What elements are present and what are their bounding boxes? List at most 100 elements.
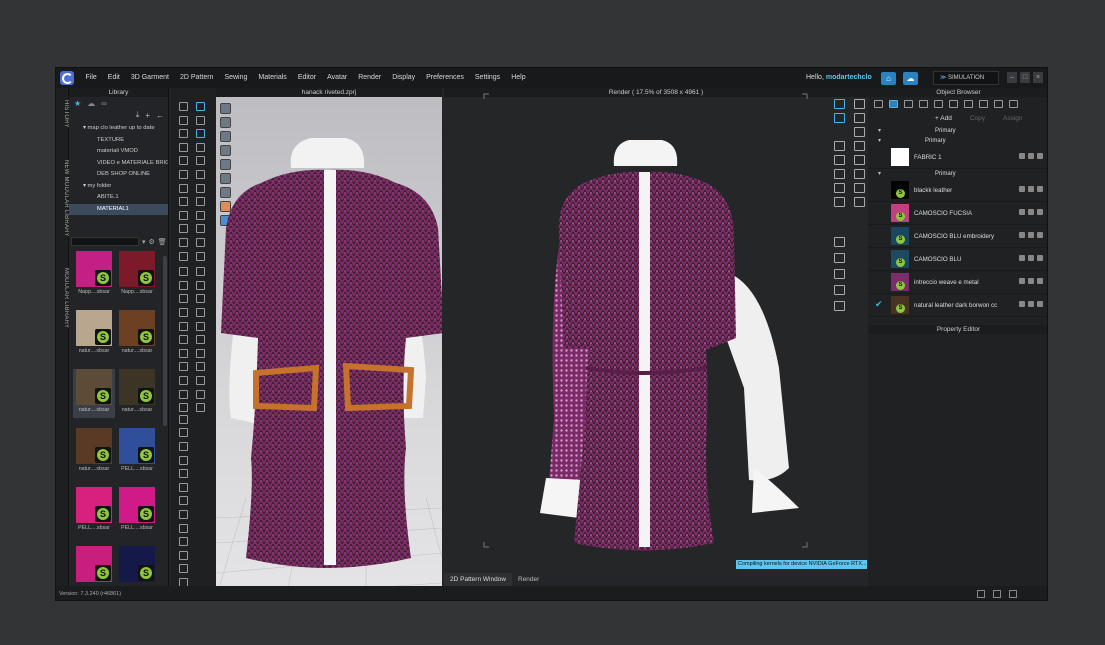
- material-tile[interactable]: natur....sbsar: [116, 369, 158, 418]
- tab-modular-library[interactable]: MODULAR LIBRARY: [56, 258, 69, 338]
- primary-colorway-label[interactable]: Primary: [868, 126, 1047, 136]
- pin-icon[interactable]: [949, 100, 958, 108]
- garment-tool-icon[interactable]: [179, 251, 188, 261]
- garment-tool-icon[interactable]: [179, 129, 188, 139]
- menu-item-settings[interactable]: Settings: [469, 68, 505, 88]
- menu-item-help[interactable]: Help: [506, 68, 531, 88]
- render-tool-icon[interactable]: [854, 183, 865, 193]
- garment-tool-icon[interactable]: [196, 170, 205, 179]
- fabric-row[interactable]: Sintreccio weave e metal: [868, 271, 1047, 294]
- garment-tool-icon[interactable]: [196, 210, 205, 220]
- fabric-action-icon[interactable]: [1028, 232, 1034, 238]
- view-mode-icon[interactable]: [977, 590, 985, 598]
- garment-tool-icon[interactable]: [179, 510, 188, 519]
- fabric-action-icon[interactable]: [1037, 153, 1043, 159]
- fabric-action-icon[interactable]: [1019, 232, 1025, 238]
- garment-tool-icon[interactable]: [179, 197, 188, 207]
- garment-tool-icon[interactable]: [179, 267, 188, 277]
- primary-colorway-sublabel[interactable]: Primary: [868, 136, 1047, 146]
- garment-tool-icon[interactable]: [179, 170, 188, 179]
- fabric-action-icon[interactable]: [1019, 153, 1025, 159]
- menu-item-2d-pattern[interactable]: 2D Pattern: [174, 68, 218, 88]
- garment-tool-icon[interactable]: [179, 210, 188, 220]
- library-tree-item[interactable]: MATERIAL1: [69, 203, 168, 215]
- close-icon[interactable]: ×: [1033, 72, 1043, 83]
- garment-tool-icon[interactable]: [179, 537, 188, 547]
- trim-icon[interactable]: [964, 100, 973, 108]
- line-icon[interactable]: [934, 100, 943, 108]
- fabric-row[interactable]: S CAMOSCIO BLU embroidery: [868, 225, 1047, 248]
- library-tree-item[interactable]: DEB SHOP ONLINE: [69, 169, 168, 181]
- fabric-icon[interactable]: [889, 100, 898, 108]
- garment-tool-icon[interactable]: [179, 115, 188, 125]
- garment-tool-icon[interactable]: [196, 403, 205, 413]
- garment-tool-icon[interactable]: [179, 142, 188, 152]
- menu-item-editor[interactable]: Editor: [292, 68, 321, 88]
- menu-item-edit[interactable]: Edit: [102, 68, 125, 88]
- library-tree-item[interactable]: ▾ my folder: [69, 181, 168, 193]
- grid-icon[interactable]: [904, 100, 913, 108]
- fabric-action-icon[interactable]: [1037, 232, 1043, 238]
- fabric-row[interactable]: Sblackk leather: [868, 179, 1047, 202]
- garment-tool-icon[interactable]: [196, 115, 205, 125]
- material-tile[interactable]: PELL....sbsar: [116, 428, 158, 477]
- garment-tool-icon[interactable]: [179, 376, 188, 385]
- menu-item-render[interactable]: Render: [353, 68, 387, 88]
- render-tool-icon[interactable]: [854, 127, 865, 137]
- cloud-library-icon[interactable]: ☁: [87, 99, 95, 108]
- 3d-garment-viewport[interactable]: hanack riveted.zprj: [216, 88, 442, 598]
- fabric-action-icon[interactable]: [1028, 278, 1034, 284]
- fullscreen-icon[interactable]: [993, 590, 1001, 598]
- fabric-action-icon[interactable]: [1037, 186, 1043, 192]
- home-icon[interactable]: ⌂: [881, 72, 896, 85]
- maximize-icon[interactable]: □: [1020, 72, 1030, 83]
- render-tool-icon[interactable]: [854, 99, 865, 109]
- garment-tool-icon[interactable]: [179, 442, 188, 451]
- material-tile[interactable]: PELL....sbsar: [73, 487, 115, 536]
- fabric-action-icon[interactable]: [1019, 186, 1025, 192]
- garment-tool-icon[interactable]: [179, 280, 188, 290]
- render-window[interactable]: Render ( 17.5% of 3508 x 4961 ): [444, 88, 868, 578]
- delete-icon[interactable]: 🗑: [158, 238, 167, 246]
- fabric-action-icon[interactable]: [1019, 301, 1025, 307]
- link-icon[interactable]: ∞: [101, 99, 107, 108]
- garment-tool-icon[interactable]: [196, 335, 205, 345]
- garment-tool-icon[interactable]: [196, 280, 205, 290]
- garment-tool-icon[interactable]: [179, 403, 188, 413]
- minimize-icon[interactable]: –: [1007, 72, 1017, 83]
- back-icon[interactable]: ←: [156, 111, 164, 120]
- download-icon[interactable]: ⤓: [136, 110, 140, 120]
- render-tool-icon[interactable]: [834, 113, 845, 123]
- library-search-input[interactable]: [71, 237, 139, 246]
- menu-item-materials[interactable]: Materials: [253, 68, 292, 88]
- garment-tool-icon[interactable]: [196, 183, 205, 193]
- garment-tool-icon[interactable]: [179, 496, 188, 506]
- garment-tool-icon[interactable]: [179, 156, 188, 166]
- garment-tool-icon[interactable]: [179, 348, 188, 358]
- garment-tool-icon[interactable]: [196, 321, 205, 331]
- button-icon[interactable]: [919, 100, 928, 108]
- tab-history[interactable]: HISTORY: [56, 94, 69, 134]
- render-tool-icon[interactable]: [834, 253, 845, 263]
- garment-tool-icon[interactable]: [196, 129, 205, 139]
- material-tile[interactable]: Napp....sbsar: [116, 251, 158, 300]
- garment-tool-icon[interactable]: [179, 389, 188, 399]
- view-toggle-icon[interactable]: ▾: [142, 238, 146, 246]
- garment-tool-icon[interactable]: [196, 251, 205, 261]
- render-tool-icon[interactable]: [854, 141, 865, 151]
- fabric-action-icon[interactable]: [1028, 209, 1034, 215]
- garment-tool-icon[interactable]: [196, 142, 205, 152]
- library-scrollbar[interactable]: [163, 256, 167, 426]
- fabric-row[interactable]: FABRIC 1: [868, 146, 1047, 169]
- fabric-row[interactable]: ✔ Snatural leather dark borwon cc: [868, 294, 1047, 317]
- render-tool-icon[interactable]: [834, 285, 845, 295]
- assign-fabric-button[interactable]: Assign: [1003, 115, 1023, 122]
- garment-tool-icon[interactable]: [196, 348, 205, 358]
- garment-tool-icon[interactable]: [179, 362, 188, 372]
- garment-tool-icon[interactable]: [196, 197, 205, 207]
- menu-item-sewing[interactable]: Sewing: [219, 68, 253, 88]
- garment-tool-icon[interactable]: [179, 564, 188, 574]
- garment-tool-icon[interactable]: [179, 308, 188, 317]
- fabric-action-icon[interactable]: [1037, 209, 1043, 215]
- garment-tool-icon[interactable]: [179, 102, 188, 111]
